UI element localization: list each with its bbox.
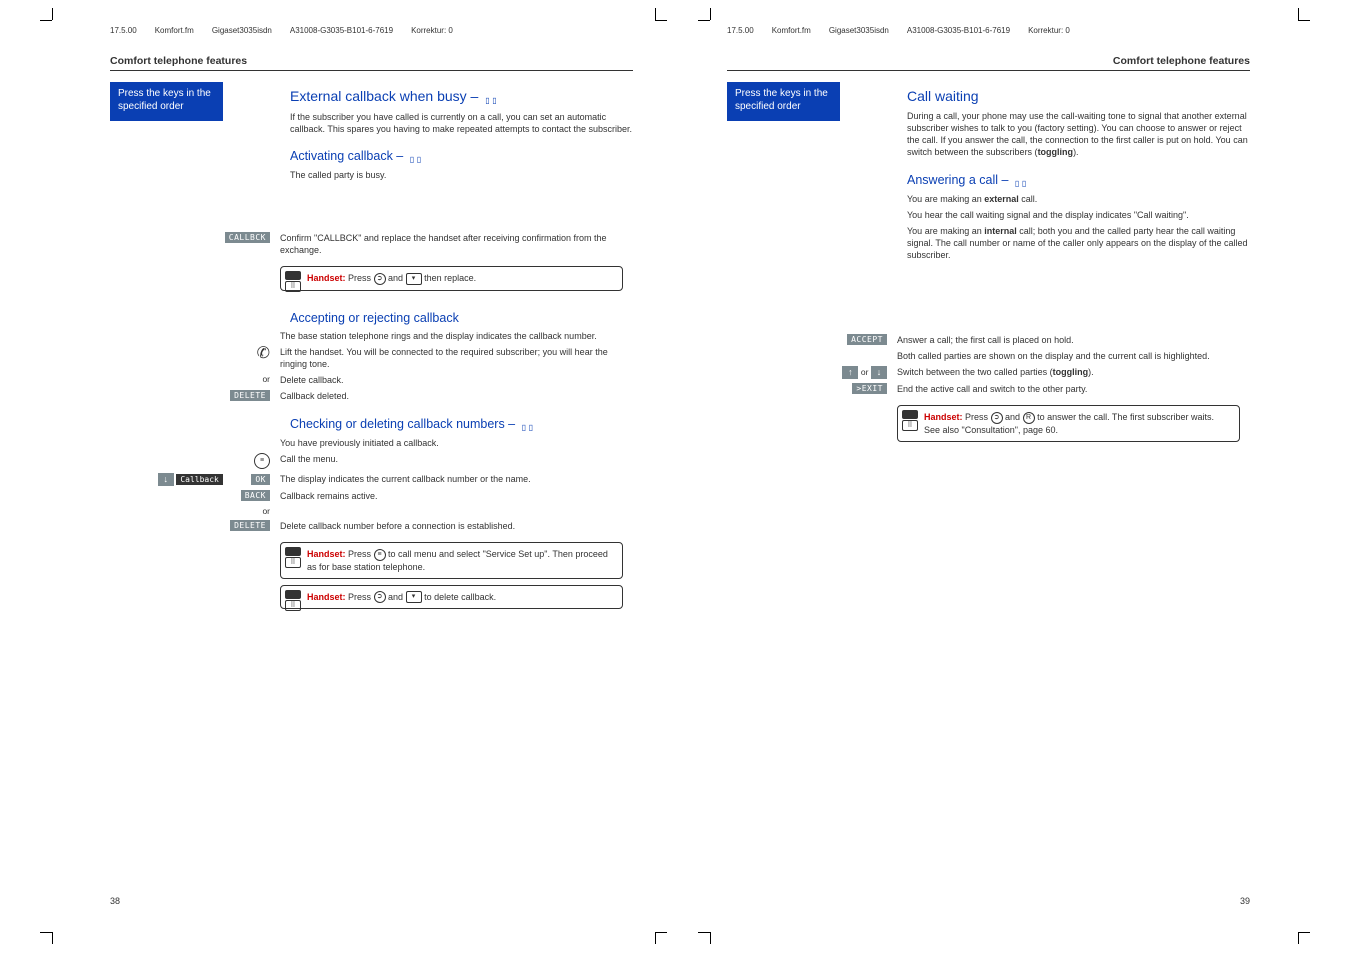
down-arrow-button[interactable]: ↓: [158, 473, 174, 486]
handset-tip-icon: ⠿: [285, 590, 301, 611]
handset-tip-icon: ⠿: [902, 410, 918, 431]
callbck-button[interactable]: CALLBCK: [225, 232, 270, 243]
section-title-left: Comfort telephone features: [110, 55, 633, 67]
header-left: 17.5.00 Komfort.fm Gigaset3035isdn A3100…: [110, 26, 453, 35]
hear-signal: You hear the call waiting signal and the…: [907, 209, 1250, 221]
deleted-text: Callback deleted.: [280, 390, 623, 402]
content-col-right: Call waiting During a call, your phone m…: [907, 88, 1250, 265]
down-key-icon: ▾: [406, 273, 422, 285]
right-arrow-icon: ➲: [991, 412, 1003, 424]
up-arrow-button[interactable]: ↑: [842, 366, 858, 379]
tip1-prefix: Handset:: [307, 273, 346, 283]
r-key-icon: R: [1023, 412, 1035, 424]
left-page: 17.5.00 Komfort.fm Gigaset3035isdn A3100…: [0, 0, 675, 954]
cb-active: Callback remains active.: [280, 490, 623, 502]
hdr-date: 17.5.00: [110, 26, 137, 35]
callback-menu-item[interactable]: Callback: [176, 474, 223, 485]
tip-box-right: ⠿ Handset: Press ➲ and R to answer the c…: [897, 405, 1240, 442]
or-right: or: [861, 367, 869, 377]
end-active: End the active call and switch to the ot…: [897, 383, 1240, 395]
or-1: or: [110, 374, 280, 384]
content-col-left: External callback when busy – ▯▯ If the …: [290, 88, 633, 185]
hdr-product-r: Gigaset3035isdn: [829, 26, 889, 35]
down-key-icon: ▾: [406, 591, 422, 603]
ok-button[interactable]: OK: [251, 474, 270, 485]
menu-round-icon: ≡: [374, 549, 386, 561]
display-ind: The display indicates the current callba…: [280, 473, 623, 485]
ext-call-line: You are making an external call.: [907, 193, 1250, 205]
hdr-file: Komfort.fm: [155, 26, 194, 35]
accept-intro: The base station telephone rings and the…: [280, 330, 623, 342]
down-arrow-button[interactable]: ↓: [871, 366, 887, 379]
hdr-korr-r: Korrektur: 0: [1028, 26, 1070, 35]
handset-tip-icon: ⠿: [285, 547, 301, 568]
exit-button[interactable]: >EXIT: [852, 383, 887, 394]
blue-l2-right: specified order: [735, 101, 801, 112]
blue-instruction-box-left: Press the keys in the specified order: [110, 82, 223, 121]
intro-right: During a call, your phone may use the ca…: [907, 110, 1250, 159]
hdr-date-r: 17.5.00: [727, 26, 754, 35]
tip-box-1: ⠿ Handset: Press ➲ and ▾ then replace.: [280, 266, 623, 291]
dual-icon: ▯▯: [1015, 180, 1027, 188]
section-header-right: Comfort telephone features: [727, 55, 1250, 71]
lift-text: Lift the handset. You will be connected …: [280, 346, 623, 370]
blue-l2-left: specified order: [118, 101, 184, 112]
page-number-left: 38: [110, 896, 120, 906]
or-2: or: [110, 506, 280, 516]
tip-box-3: ⠿ Handset: Press ➲ and ▾ to delete callb…: [280, 585, 623, 610]
tip2-prefix: Handset:: [307, 549, 346, 559]
page-number-right: 39: [1240, 896, 1250, 906]
toggle-text: Switch between the two called parties (t…: [897, 366, 1240, 378]
right-arrow-icon: ➲: [374, 273, 386, 285]
hdr-partno-r: A31008-G3035-B101-6-7619: [907, 26, 1010, 35]
both-shown: Both called parties are shown on the dis…: [897, 350, 1240, 362]
right-arrow-icon: ➲: [374, 591, 386, 603]
del-before: Delete callback number before a connecti…: [280, 520, 623, 532]
blue-l1-right: Press the keys in the: [735, 88, 828, 99]
h-checking: Checking or deleting callback numbers – …: [290, 417, 633, 432]
dual-icon: ▯▯: [522, 424, 534, 432]
accept-text: Answer a call; the first call is placed …: [897, 334, 1240, 346]
section-header-left: Comfort telephone features: [110, 55, 633, 71]
hdr-file-r: Komfort.fm: [772, 26, 811, 35]
handset-tip-icon: ⠿: [285, 271, 301, 292]
call-menu: Call the menu.: [280, 453, 623, 465]
header-right: 17.5.00 Komfort.fm Gigaset3035isdn A3100…: [727, 26, 1070, 35]
hdr-korr: Korrektur: 0: [411, 26, 453, 35]
h-answering: Answering a call – ▯▯: [907, 173, 1250, 188]
h-call-waiting: Call waiting: [907, 88, 1250, 104]
h-activating: Activating callback – ▯▯: [290, 149, 633, 164]
right-page: 17.5.00 Komfort.fm Gigaset3035isdn A3100…: [675, 0, 1350, 954]
delete-button-2[interactable]: DELETE: [230, 520, 270, 531]
dual-icon: ▯▯: [485, 97, 497, 105]
back-button[interactable]: BACK: [241, 490, 270, 501]
dual-icon: ▯▯: [410, 156, 422, 164]
hdr-product: Gigaset3035isdn: [212, 26, 272, 35]
int-call-line: You are making an internal call; both yo…: [907, 225, 1250, 261]
accept-button[interactable]: ACCEPT: [847, 334, 887, 345]
menu-icon[interactable]: ≡: [254, 453, 270, 469]
section-rule-left: [110, 70, 633, 71]
delete-cb: Delete callback.: [280, 374, 623, 386]
section-title-right: Comfort telephone features: [727, 55, 1250, 67]
section-rule-right: [727, 70, 1250, 71]
blue-instruction-box-right: Press the keys in the specified order: [727, 82, 840, 121]
tip-r-prefix: Handset:: [924, 412, 963, 422]
line-busy: The called party is busy.: [290, 169, 633, 181]
intro-text-left: If the subscriber you have called is cur…: [290, 111, 633, 135]
delete-button-1[interactable]: DELETE: [230, 390, 270, 401]
hdr-partno: A31008-G3035-B101-6-7619: [290, 26, 393, 35]
tip-box-2: ⠿ Handset: Press ≡ to call menu and sele…: [280, 542, 623, 579]
lift-handset-icon: ✆: [257, 345, 270, 362]
blue-l1-left: Press the keys in the: [118, 88, 211, 99]
tip3-prefix: Handset:: [307, 592, 346, 602]
h-accepting: Accepting or rejecting callback: [290, 311, 633, 325]
h-external-callback: External callback when busy – ▯▯: [290, 88, 633, 105]
callbck-desc: Confirm "CALLBCK" and replace the handse…: [280, 232, 623, 256]
prev-init: You have previously initiated a callback…: [280, 437, 623, 449]
